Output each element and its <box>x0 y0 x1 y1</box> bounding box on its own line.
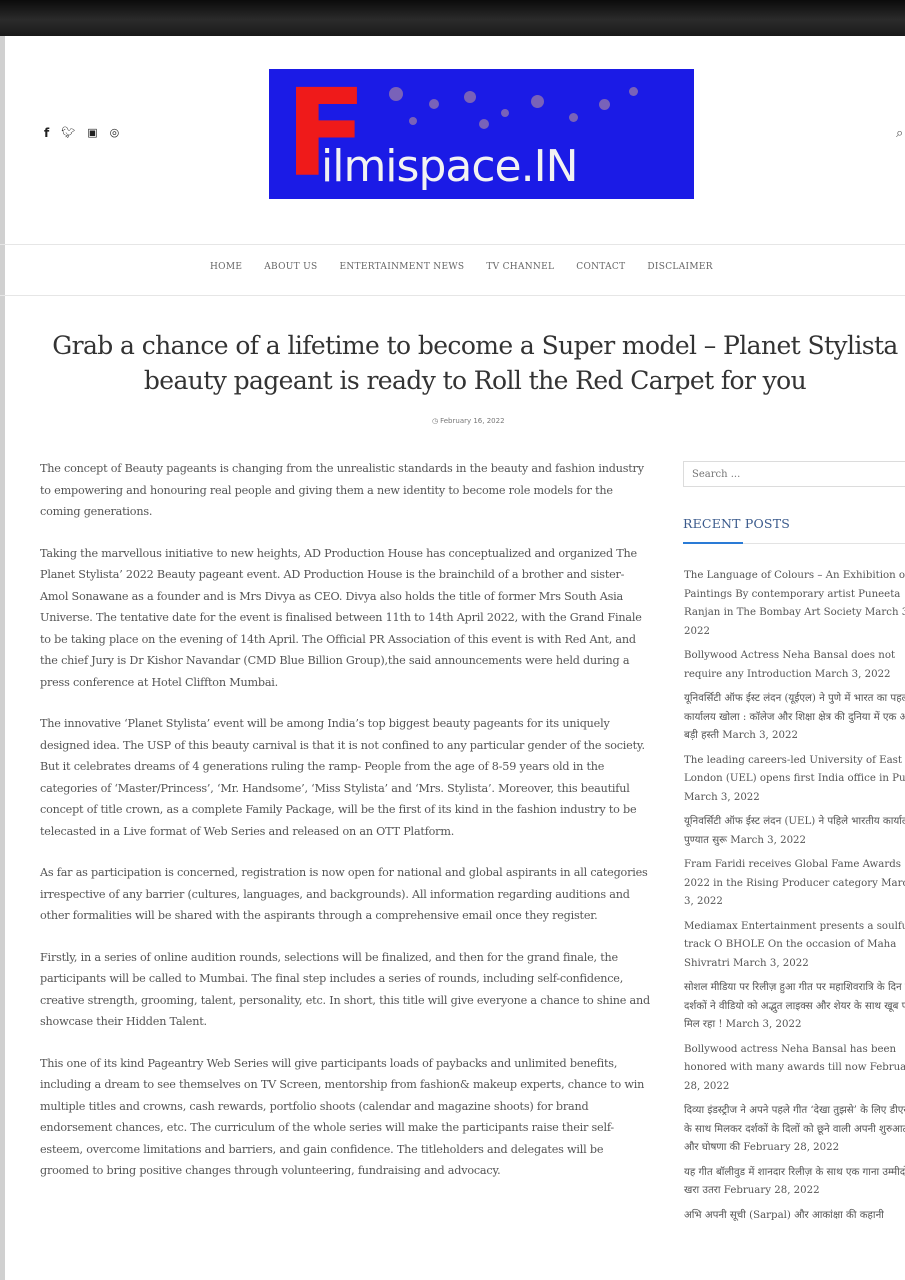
article-date: ◷ February 16, 2022 <box>432 417 505 425</box>
site-logo[interactable]: F ilmispace.IN <box>269 69 694 199</box>
heading-underline <box>683 542 743 544</box>
article-paragraph: The concept of Beauty pageants is changi… <box>40 462 644 518</box>
logo-dot <box>531 95 544 108</box>
search-icon[interactable]: ⌕ <box>896 126 903 141</box>
recent-post-link[interactable]: सोशल मीडिया पर रिलीज़ हुआ गीत पर महाशिवर… <box>684 982 905 1030</box>
list-item[interactable]: यूनिवर्सिटी ऑफ ईस्ट लंदन (यूईएल) ने पुणे… <box>684 690 905 746</box>
sidebar-search <box>683 461 905 487</box>
recent-post-link[interactable]: Bollywood Actress Neha Bansal does not r… <box>684 650 895 680</box>
nav-item-about-us[interactable]: ABOUT US <box>264 262 317 272</box>
list-item[interactable]: The leading careers-led University of Ea… <box>684 752 905 808</box>
list-item[interactable]: Mediamax Entertainment presents a soulfu… <box>684 918 905 974</box>
nav-item-disclaimer[interactable]: DISCLAIMER <box>647 262 712 272</box>
facebook-icon[interactable]: f <box>44 127 49 139</box>
recent-post-link[interactable]: अभि अपनी सूची (Sarpal) और आकांक्षा की कह… <box>684 1210 884 1221</box>
article-date-text: February 16, 2022 <box>440 417 505 425</box>
article-body: The concept of Beauty pageants is changi… <box>40 458 650 1202</box>
recent-post-link[interactable]: यूनिवर्सिटी ऑफ ईस्ट लंदन (UEL) ने पहिले … <box>684 816 905 846</box>
logo-dot <box>501 109 509 117</box>
article-paragraph: The innovative ‘Planet Stylista’ event w… <box>40 717 645 838</box>
list-item[interactable]: सोशल मीडिया पर रिलीज़ हुआ गीत पर महाशिवर… <box>684 979 905 1035</box>
clock-icon: ◷ <box>432 417 439 425</box>
browser-top-bar <box>0 0 905 36</box>
list-item[interactable]: The Language of Colours – An Exhibition … <box>684 567 905 641</box>
logo-dot <box>629 87 638 96</box>
list-item[interactable]: दिव्या इंडस्ट्रीज ने अपने पहले गीत ‘देखा… <box>684 1102 905 1158</box>
recent-post-link[interactable]: यह गीत बॉलीवुड में शानदार रिलीज़ के साथ … <box>684 1167 905 1197</box>
recent-post-link[interactable]: Fram Faridi receives Global Fame Awards … <box>684 859 905 907</box>
nav-item-entertainment-news[interactable]: ENTERTAINMENT NEWS <box>339 262 464 272</box>
instagram-icon[interactable]: ◎ <box>110 127 120 139</box>
recent-post-link[interactable]: यूनिवर्सिटी ऑफ ईस्ट लंदन (यूईएल) ने पुणे… <box>684 693 905 741</box>
recent-post-link[interactable]: दिव्या इंडस्ट्रीज ने अपने पहले गीत ‘देखा… <box>684 1105 905 1153</box>
article-paragraph: As far as participation is concerned, re… <box>40 866 648 922</box>
nav-item-contact[interactable]: CONTACT <box>576 262 625 272</box>
article-title: Grab a chance of a lifetime to become a … <box>52 331 898 395</box>
youtube-icon[interactable]: ▣ <box>87 127 97 139</box>
nav-item-home[interactable]: HOME <box>210 262 242 272</box>
recent-post-link[interactable]: Bollywood actress Neha Bansal has been h… <box>684 1044 905 1092</box>
list-item[interactable]: यह गीत बॉलीवुड में शानदार रिलीज़ के साथ … <box>684 1164 905 1201</box>
search-input[interactable] <box>684 462 905 487</box>
recent-posts-list: The Language of Colours – An Exhibition … <box>684 567 905 1231</box>
logo-dot <box>479 119 489 129</box>
list-item[interactable]: अभि अपनी सूची (Sarpal) और आकांक्षा की कह… <box>684 1207 905 1226</box>
social-links: f 🐦︎ ▣ ◎ <box>44 127 120 140</box>
list-item[interactable]: Bollywood actress Neha Bansal has been h… <box>684 1041 905 1097</box>
list-item[interactable]: यूनिवर्सिटी ऑफ ईस्ट लंदन (UEL) ने पहिले … <box>684 813 905 850</box>
list-item[interactable]: Bollywood Actress Neha Bansal does not r… <box>684 647 905 684</box>
nav-item-tv-channel[interactable]: TV CHANNEL <box>486 262 554 272</box>
logo-dot <box>464 91 476 103</box>
logo-dot <box>429 99 439 109</box>
recent-post-link[interactable]: Mediamax Entertainment presents a soulfu… <box>684 921 905 969</box>
article-paragraph: Taking the marvellous initiative to new … <box>40 546 642 689</box>
article-paragraph: Firstly, in a series of online audition … <box>40 950 650 1029</box>
logo-dot <box>409 117 417 125</box>
recent-post-link[interactable]: The Language of Colours – An Exhibition … <box>684 570 905 637</box>
recent-posts-heading: RECENT POSTS <box>683 516 790 531</box>
logo-text: ilmispace.IN <box>321 141 578 192</box>
list-item[interactable]: Fram Faridi receives Global Fame Awards … <box>684 856 905 912</box>
article-paragraph: This one of its kind Pageantry Web Serie… <box>40 1056 645 1178</box>
twitter-icon[interactable]: 🐦︎ <box>61 127 75 139</box>
main-navigation: HOME ABOUT US ENTERTAINMENT NEWS TV CHAN… <box>0 244 905 296</box>
logo-dot <box>569 113 578 122</box>
logo-dot <box>599 99 610 110</box>
logo-dot <box>389 87 403 101</box>
recent-post-link[interactable]: The leading careers-led University of Ea… <box>684 755 905 803</box>
